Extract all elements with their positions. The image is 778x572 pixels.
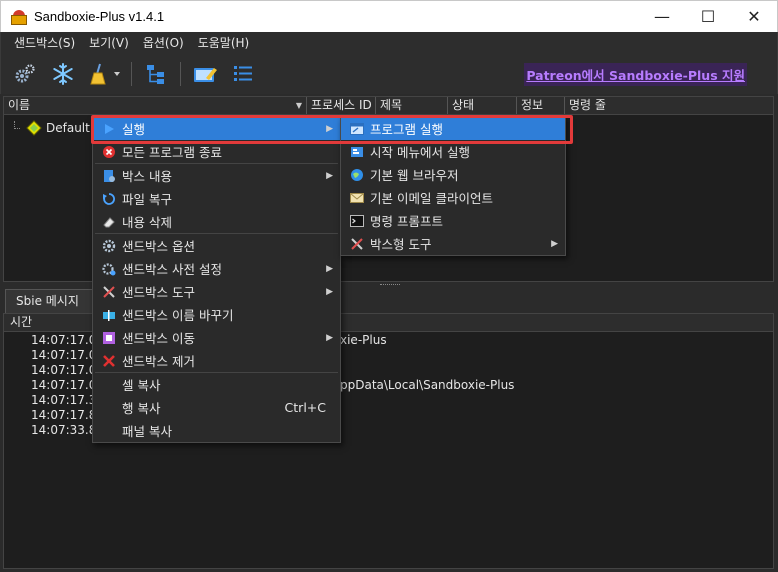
submenu-arrow-icon: ▶ — [551, 238, 558, 249]
tools-icon — [101, 284, 117, 300]
tab-sbie-messages[interactable]: Sbie 메시지 — [5, 289, 93, 313]
patreon-link[interactable]: Patreon에서 Sandboxie-Plus 지원 — [526, 68, 745, 83]
toolbar: Patreon에서 Sandboxie-Plus 지원 — [0, 54, 778, 94]
menu-item-run-from-start-menu[interactable]: 시작 메뉴에서 실행 — [341, 140, 565, 163]
presets-icon — [101, 261, 117, 277]
menu-item-rename-sandbox[interactable]: 샌드박스 이름 바꾸기 — [93, 303, 340, 326]
gear-icon — [101, 238, 117, 254]
play-icon — [101, 121, 117, 137]
column-title[interactable]: 제목 — [376, 97, 448, 114]
column-process-id[interactable]: 프로세스 ID — [307, 97, 376, 114]
minimize-button[interactable]: — — [639, 1, 685, 32]
close-button[interactable]: ✕ — [731, 1, 777, 32]
patreon-link-wrap: Patreon에서 Sandboxie-Plus 지원 — [524, 62, 747, 86]
menu-item-terminate-all[interactable]: 모든 프로그램 종료 — [93, 140, 340, 163]
tree-row-default[interactable]: Default — [14, 119, 90, 137]
menu-item-box-content[interactable]: 박스 내용 ▶ — [93, 164, 340, 187]
list-icon[interactable] — [229, 60, 257, 88]
tree-view-icon[interactable] — [142, 60, 170, 88]
menu-help[interactable]: 도움말(H) — [191, 32, 257, 54]
globe-icon — [349, 167, 365, 183]
snowflake-icon[interactable] — [49, 60, 77, 88]
gears-icon[interactable] — [11, 60, 39, 88]
menu-item-delete-content[interactable]: 내용 삭제 — [93, 210, 340, 233]
menu-item-default-email-client[interactable]: 기본 이메일 클라이언트 — [341, 186, 565, 209]
toolbar-separator — [180, 62, 181, 86]
menu-item-copy-row[interactable]: 행 복사 Ctrl+C — [93, 396, 340, 419]
maximize-button[interactable]: ☐ — [685, 1, 731, 32]
sort-down-icon: ▼ — [295, 101, 302, 110]
remove-x-icon — [101, 353, 117, 369]
tree-header: 이름 ▼ 프로세스 ID 제목 상태 정보 명령 줄 — [4, 97, 773, 115]
start-menu-icon — [349, 144, 365, 160]
menu-bar: 샌드박스(S) 보기(V) 옵션(O) 도움말(H) — [0, 32, 778, 54]
menu-item-recover-files[interactable]: 파일 복구 — [93, 187, 340, 210]
tree-branch-icon — [14, 121, 20, 129]
submenu-arrow-icon: ▶ — [326, 263, 333, 274]
menu-item-sandbox-options[interactable]: 샌드박스 옵션 — [93, 234, 340, 257]
stop-icon — [101, 144, 117, 160]
menu-item-command-prompt[interactable]: 명령 프롬프트 — [341, 209, 565, 232]
menu-sandbox[interactable]: 샌드박스(S) — [7, 32, 82, 54]
submenu-arrow-icon: ▶ — [326, 286, 333, 297]
splitter-grip — [380, 284, 400, 286]
toolbar-separator — [131, 62, 132, 86]
window-title: Sandboxie-Plus v1.4.1 — [34, 9, 165, 24]
menu-options[interactable]: 옵션(O) — [136, 32, 191, 54]
recover-icon — [101, 191, 117, 207]
menu-view[interactable]: 보기(V) — [82, 32, 136, 54]
column-command-line[interactable]: 명령 줄 — [565, 97, 773, 114]
menu-item-remove-sandbox[interactable]: 샌드박스 제거 — [93, 349, 340, 372]
submenu-arrow-icon: ▶ — [326, 332, 333, 343]
column-name[interactable]: 이름 ▼ — [4, 97, 307, 114]
menu-item-run[interactable]: 실행 ▶ — [93, 117, 340, 140]
menu-item-sandbox-presets[interactable]: 샌드박스 사전 설정 ▶ — [93, 257, 340, 280]
envelope-icon — [349, 190, 365, 206]
submenu-arrow-icon: ▶ — [326, 123, 333, 134]
run-window-icon — [349, 121, 365, 137]
eraser-icon — [101, 214, 117, 230]
terminal-icon — [349, 213, 365, 229]
title-bar: Sandboxie-Plus v1.4.1 — ☐ ✕ — [0, 0, 778, 32]
sandbox-context-menu: 실행 ▶ 모든 프로그램 종료 박스 내용 ▶ 파일 복구 내용 삭제 샌드박스… — [92, 116, 341, 443]
sandbox-name: Default — [46, 121, 90, 135]
submenu-arrow-icon: ▶ — [326, 170, 333, 181]
menu-item-sandbox-tools[interactable]: 샌드박스 도구 ▶ — [93, 280, 340, 303]
tools-icon — [349, 236, 365, 252]
menu-item-copy-panel[interactable]: 패널 복사 — [93, 419, 340, 442]
sandboxie-app-icon — [10, 9, 28, 25]
sandbox-diamond-icon — [26, 120, 42, 136]
broom-icon[interactable] — [87, 60, 123, 88]
menu-item-move-sandbox[interactable]: 샌드박스 이동 ▶ — [93, 326, 340, 349]
run-submenu: 프로그램 실행 시작 메뉴에서 실행 기본 웹 브라우저 기본 이메일 클라이언… — [340, 116, 566, 256]
menu-item-boxed-tools[interactable]: 박스형 도구 ▶ — [341, 232, 565, 255]
column-status[interactable]: 상태 — [448, 97, 517, 114]
edit-box-icon[interactable] — [191, 60, 219, 88]
rename-icon — [101, 307, 117, 323]
move-icon — [101, 330, 117, 346]
shortcut-label: Ctrl+C — [284, 400, 326, 415]
menu-item-copy-cell[interactable]: 셀 복사 — [93, 373, 340, 396]
menu-item-run-program[interactable]: 프로그램 실행 — [341, 117, 565, 140]
box-content-icon — [101, 168, 117, 184]
menu-item-default-web-browser[interactable]: 기본 웹 브라우저 — [341, 163, 565, 186]
column-info[interactable]: 정보 — [517, 97, 565, 114]
